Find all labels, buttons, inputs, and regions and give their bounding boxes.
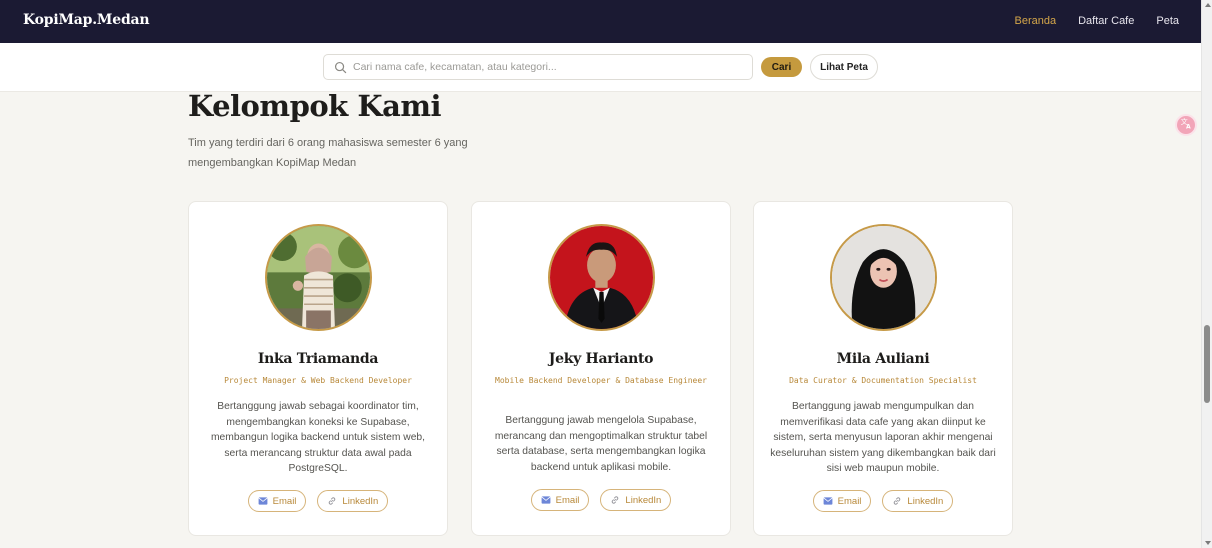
linkedin-label: LinkedIn (342, 495, 379, 507)
scroll-up-arrow-icon[interactable] (1205, 3, 1211, 7)
email-icon (258, 497, 268, 505)
translate-button[interactable]: 文A (1175, 114, 1197, 136)
member-role: Data Curator & Documentation Specialist (789, 376, 977, 385)
member-name: Inka Triamanda (257, 351, 379, 367)
scroll-thumb[interactable] (1204, 325, 1210, 403)
translate-icon: 文A (1179, 116, 1193, 135)
section-title: Kelompok Kami (188, 89, 442, 123)
section-subtitle: Tim yang terdiri dari 6 orang mahasiswa … (188, 137, 468, 169)
member-description: Bertanggung jawab mengelola Supabase, me… (494, 415, 708, 473)
member-links: Email LinkedIn (472, 489, 730, 511)
linkedin-button[interactable]: LinkedIn (317, 490, 389, 512)
member-description: Bertanggung jawab mengumpulkan dan memve… (770, 401, 996, 474)
member-avatar (548, 224, 655, 331)
member-name: Mila Auliani (836, 351, 930, 367)
nav-link-peta[interactable]: Peta (1156, 15, 1179, 27)
email-button[interactable]: Email (530, 489, 590, 511)
navbar: KopiMap.Medan Beranda Daftar Cafe Peta (0, 0, 1201, 43)
link-icon (610, 495, 620, 505)
member-role: Project Manager & Web Backend Developer (224, 376, 412, 385)
nav-links: Beranda Daftar Cafe Peta (1015, 15, 1201, 27)
scroll-down-arrow-icon[interactable] (1205, 541, 1211, 545)
svg-text:A: A (1186, 123, 1191, 130)
member-card: Jeky Harianto Mobile Backend Developer &… (471, 201, 731, 536)
member-links: Email LinkedIn (754, 490, 1012, 512)
email-label: Email (837, 495, 862, 507)
member-avatar (830, 224, 937, 331)
nav-link-daftar-cafe[interactable]: Daftar Cafe (1078, 15, 1134, 27)
linkedin-label: LinkedIn (625, 494, 662, 506)
email-button[interactable]: Email (812, 490, 872, 512)
linkedin-label: LinkedIn (907, 495, 944, 507)
link-icon (327, 496, 337, 506)
member-avatar (265, 224, 372, 331)
nav-link-beranda[interactable]: Beranda (1015, 15, 1057, 27)
email-button[interactable]: Email (247, 490, 307, 512)
member-card: Mila Auliani Data Curator & Documentatio… (753, 201, 1013, 536)
linkedin-button[interactable]: LinkedIn (600, 489, 672, 511)
brand-logo[interactable]: KopiMap.Medan (23, 12, 150, 28)
email-icon (823, 497, 833, 505)
member-role: Mobile Backend Developer & Database Engi… (495, 376, 707, 385)
member-links: Email LinkedIn (189, 490, 447, 512)
member-name: Jeky Harianto (548, 351, 654, 367)
member-card: Inka Triamanda Project Manager & Web Bac… (188, 201, 448, 536)
search-icon (334, 61, 347, 74)
search-input[interactable] (353, 58, 743, 76)
page-scrollbar[interactable] (1201, 0, 1212, 548)
email-label: Email (272, 495, 297, 507)
linkedin-button[interactable]: LinkedIn (882, 490, 954, 512)
member-description: Bertanggung jawab sebagai koordinator ti… (210, 401, 426, 474)
email-label: Email (555, 494, 580, 506)
search-button[interactable]: Cari (761, 57, 802, 77)
view-map-button[interactable]: Lihat Peta (810, 54, 878, 80)
email-icon (541, 496, 551, 504)
link-icon (892, 496, 902, 506)
search-bar: Cari Lihat Peta (0, 43, 1201, 92)
search-box (323, 54, 753, 80)
